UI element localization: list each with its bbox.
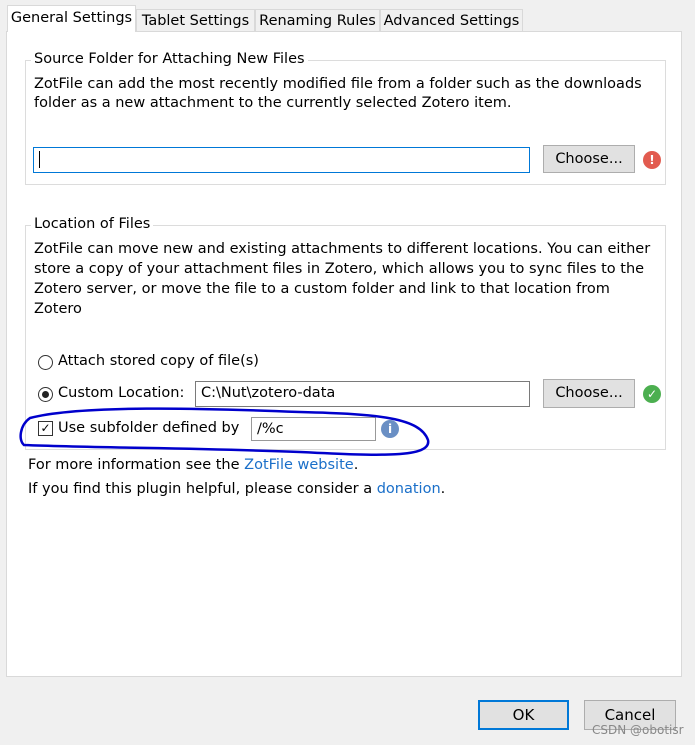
donate-suffix: . (440, 481, 446, 497)
donate-prefix: If you find this plugin helpful, please … (28, 481, 377, 497)
donate-text: If you find this plugin helpful, please … (28, 481, 445, 497)
zotfile-website-link[interactable]: ZotFile website (244, 457, 354, 473)
info-suffix: . (353, 457, 359, 473)
donation-link[interactable]: donation (377, 481, 441, 497)
ok-button[interactable]: OK (478, 700, 569, 730)
watermark: CSDN @obotisr (592, 723, 684, 737)
tab-general-settings[interactable]: General Settings (7, 5, 136, 32)
info-prefix: For more information see the (28, 457, 245, 473)
hand-drawn-annotation (19, 407, 430, 456)
info-text: For more information see the ZotFile web… (28, 457, 358, 473)
